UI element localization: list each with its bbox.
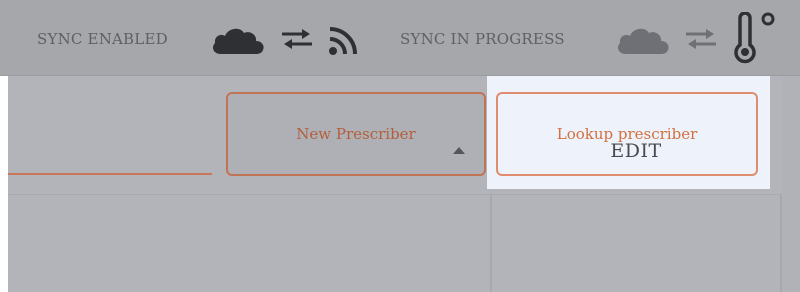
- rss-feed-icon: [329, 27, 357, 55]
- status-bar: SYNC ENABLED SYNC IN PROGRESS: [0, 0, 800, 76]
- edit-column-header: EDIT: [610, 140, 662, 162]
- cloud-icon: [618, 28, 669, 54]
- cloud-icon: [213, 28, 264, 54]
- sort-ascending-icon[interactable]: [453, 147, 465, 154]
- left-edge: [0, 76, 8, 292]
- search-input[interactable]: [8, 173, 212, 175]
- column-divider: [490, 194, 492, 292]
- sync-arrows-icon: [282, 29, 312, 49]
- sync-enabled-label: SYNC ENABLED: [37, 30, 168, 48]
- sync-arrows-icon: [686, 29, 716, 49]
- main-area: New Prescriber Lookup prescriber EDIT: [0, 76, 800, 292]
- table-header: [8, 194, 782, 270]
- new-prescriber-button[interactable]: New Prescriber: [226, 92, 486, 176]
- table-row: [8, 269, 782, 292]
- sync-in-progress-label: SYNC IN PROGRESS: [400, 30, 565, 48]
- thermometer-icon: [734, 12, 775, 64]
- right-edge: [782, 76, 800, 292]
